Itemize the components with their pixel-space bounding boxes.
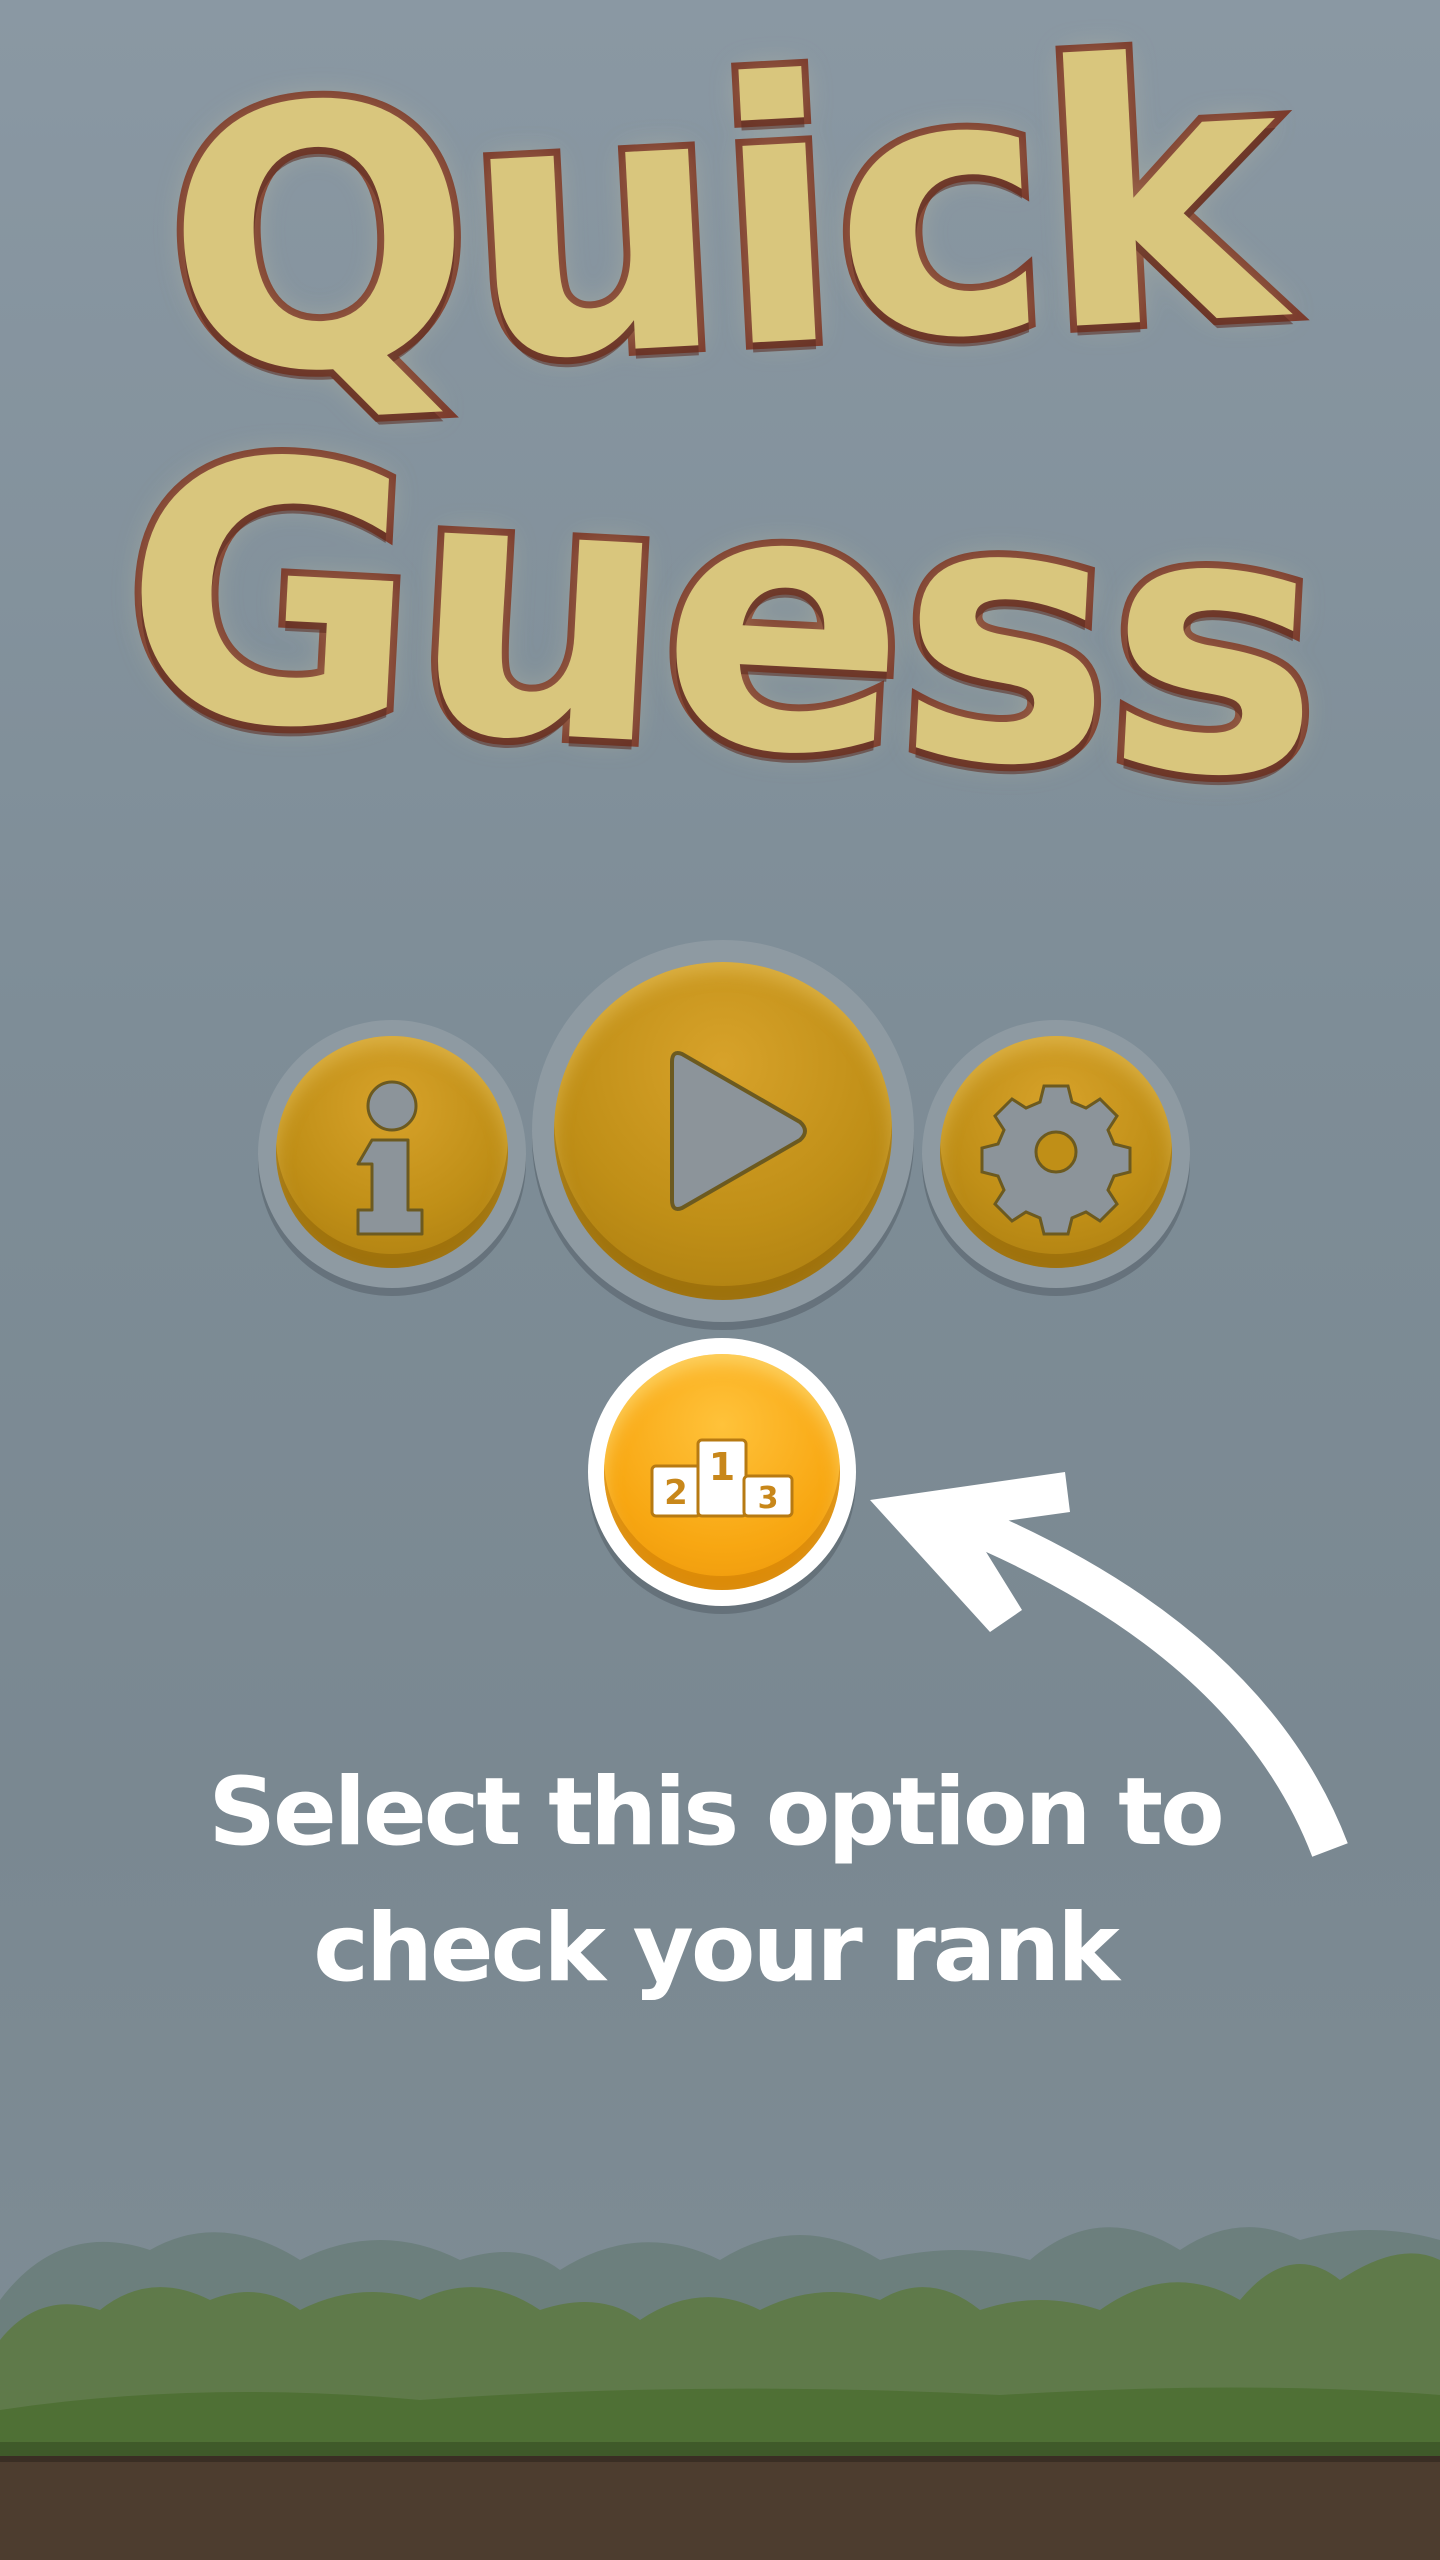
game-title-line-2: Guess [106,372,1335,867]
settings-button-face [940,1036,1172,1268]
leaderboard-button[interactable]: 2 1 3 [588,1338,856,1606]
info-button-face [276,1036,508,1268]
ground-scenery [0,2180,1440,2560]
game-title-line-1: Quick [148,0,1291,465]
podium-first-label: 1 [709,1445,735,1489]
gear-icon [940,1036,1172,1268]
leaderboard-button-face: 2 1 3 [604,1354,840,1590]
play-icon [554,962,892,1300]
podium-second-label: 2 [664,1473,688,1513]
play-button[interactable] [532,940,914,1322]
play-button-face [554,962,892,1300]
podium-third-label: 3 [758,1481,779,1516]
tutorial-hint-text: Select this option to check your rank [208,1758,1224,2003]
podium-icon: 2 1 3 [604,1354,840,1590]
info-button[interactable] [258,1020,526,1288]
info-icon [276,1036,508,1268]
settings-button[interactable] [922,1020,1190,1288]
game-screen: Quick Guess 2 1 3 Select this option to … [0,0,1440,2560]
